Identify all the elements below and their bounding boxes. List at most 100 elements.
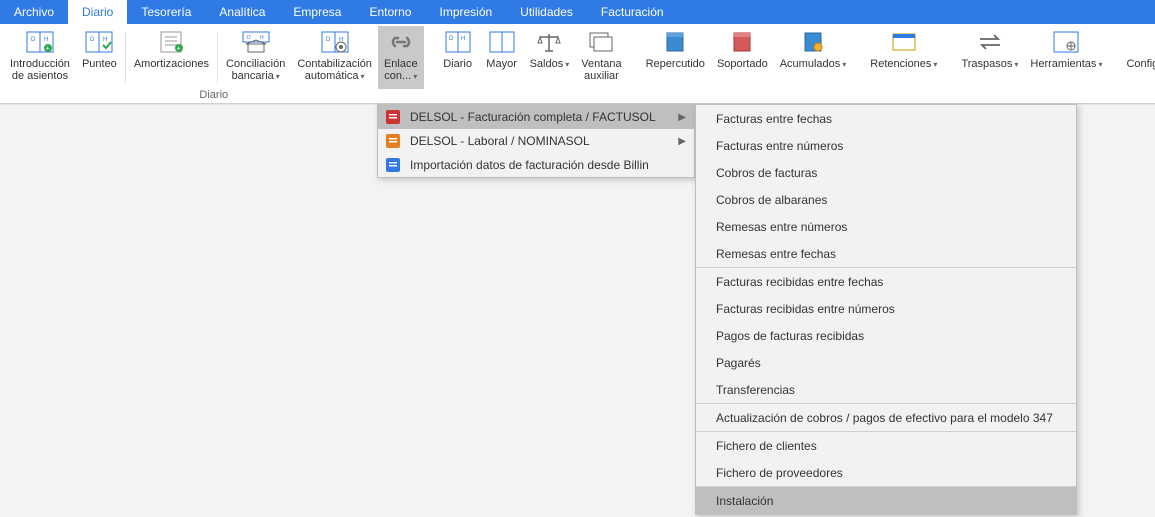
book-gear-icon <box>797 28 829 56</box>
table-icon <box>888 28 920 56</box>
tab-impresión[interactable]: Impresión <box>425 0 506 24</box>
enlace-con-button[interactable]: Enlace con...▾ <box>378 26 424 89</box>
contabilizacion-button[interactable]: DH Contabilización automática▾ <box>291 26 378 89</box>
factusol-submenu: Facturas entre fechasFacturas entre núme… <box>695 104 1077 515</box>
submenu-item[interactable]: Cobros de albaranes <box>696 186 1076 213</box>
balance-icon <box>533 28 565 56</box>
soportado-button[interactable]: Soportado <box>711 26 774 89</box>
main-tabs: ArchivoDiarioTesoreríaAnalíticaEmpresaEn… <box>0 0 1155 24</box>
submenu-item[interactable]: Fichero de clientes <box>696 432 1076 459</box>
chevron-down-icon: ▾ <box>1098 60 1102 69</box>
submenu-item[interactable]: Transferencias <box>696 376 1076 403</box>
saldos-label: Saldos▾ <box>530 58 570 71</box>
amortizaciones-icon: + <box>155 28 187 56</box>
herramientas-label: Herramientas▾ <box>1030 58 1102 71</box>
svg-text:D: D <box>247 35 251 41</box>
repercutido-button[interactable]: Repercutido <box>640 26 711 89</box>
book-red-icon <box>726 28 758 56</box>
tab-archivo[interactable]: Archivo <box>0 0 68 24</box>
herramientas-button[interactable]: Herramientas▾ <box>1024 26 1108 89</box>
retenciones-label: Retenciones▾ <box>870 58 937 71</box>
submenu-item[interactable]: Facturas recibidas entre números <box>696 295 1076 322</box>
repercutido-label: Repercutido <box>646 58 705 70</box>
transfer-icon <box>974 28 1006 56</box>
tab-tesorería[interactable]: Tesorería <box>127 0 205 24</box>
conciliacion-button[interactable]: DH Conciliación bancaria▾ <box>220 26 291 89</box>
submenu-item[interactable]: Facturas entre fechas <box>696 105 1076 132</box>
app-icon <box>384 133 402 149</box>
amortizaciones-label: Amortizaciones <box>134 58 209 70</box>
diario-icon: DH <box>442 28 474 56</box>
submenu-item[interactable]: Facturas recibidas entre fechas <box>696 268 1076 295</box>
auto-icon: DH <box>319 28 351 56</box>
tab-diario[interactable]: Diario <box>68 0 127 24</box>
conciliacion-label: Conciliación bancaria▾ <box>226 58 285 83</box>
traspasos-label: Traspasos▾ <box>961 58 1018 71</box>
submenu-item[interactable]: Actualización de cobros / pagos de efect… <box>696 404 1076 431</box>
menu-item-label: DELSOL - Laboral / NOMINASOL <box>410 134 678 148</box>
svg-text:+: + <box>177 46 181 53</box>
saldos-button[interactable]: Saldos▾ <box>524 26 576 89</box>
chevron-down-icon: ▾ <box>276 72 280 81</box>
app-icon <box>384 157 402 173</box>
mayor-icon <box>486 28 518 56</box>
menu-item[interactable]: DELSOL - Laboral / NOMINASOL▶ <box>378 129 694 153</box>
amortizaciones-button[interactable]: + Amortizaciones <box>128 26 215 89</box>
ventana-aux-button[interactable]: Ventana auxiliar <box>575 26 627 89</box>
submenu-item[interactable]: Cobros de facturas <box>696 159 1076 186</box>
configuraciones-label: Configuraciones▾ <box>1126 58 1155 71</box>
configuraciones-button[interactable]: Configuraciones▾ <box>1120 26 1155 89</box>
punteo-label: Punteo <box>82 58 117 70</box>
ventana-label: Ventana auxiliar <box>581 58 621 82</box>
tab-empresa[interactable]: Empresa <box>279 0 355 24</box>
mayor-button[interactable]: Mayor <box>480 26 524 89</box>
book-blue-icon <box>659 28 691 56</box>
traspasos-button[interactable]: Traspasos▾ <box>955 26 1024 89</box>
submenu-item[interactable]: Remesas entre fechas <box>696 240 1076 267</box>
introduccion-label: Introducción de asientos <box>10 58 70 82</box>
window-icon <box>585 28 617 56</box>
chevron-down-icon: ▾ <box>565 60 569 69</box>
submenu-item[interactable]: Remesas entre números <box>696 213 1076 240</box>
chevron-down-icon: ▾ <box>361 72 365 81</box>
separator <box>217 32 218 83</box>
chevron-down-icon: ▾ <box>933 60 937 69</box>
submenu-item[interactable]: Fichero de proveedores <box>696 459 1076 486</box>
ledger-icon: D H + <box>24 28 56 56</box>
svg-text:D: D <box>31 37 36 43</box>
svg-text:H: H <box>44 37 48 43</box>
acumulados-button[interactable]: Acumulados▾ <box>774 26 853 89</box>
tools-icon <box>1050 28 1082 56</box>
tab-utilidades[interactable]: Utilidades <box>506 0 587 24</box>
submenu-arrow-icon: ▶ <box>678 112 686 123</box>
punteo-button[interactable]: D H Punteo <box>76 26 123 89</box>
submenu-item[interactable]: Facturas entre números <box>696 132 1076 159</box>
menu-item[interactable]: Importación datos de facturación desde B… <box>378 153 694 177</box>
tab-facturación[interactable]: Facturación <box>587 0 678 24</box>
svg-text:+: + <box>45 46 49 53</box>
contabilizacion-label: Contabilización automática▾ <box>297 58 372 83</box>
app-icon <box>384 109 402 125</box>
introduccion-asientos-button[interactable]: D H + Introducción de asientos <box>4 26 76 89</box>
svg-text:D: D <box>449 36 454 42</box>
submenu-item[interactable]: Pagos de facturas recibidas <box>696 322 1076 349</box>
retenciones-button[interactable]: Retenciones▾ <box>864 26 943 89</box>
tab-entorno[interactable]: Entorno <box>355 0 425 24</box>
chevron-down-icon: ▾ <box>1014 60 1018 69</box>
link-icon <box>385 28 417 56</box>
submenu-item[interactable]: Pagarés <box>696 349 1076 376</box>
submenu-item[interactable]: Instalación <box>696 487 1076 514</box>
acumulados-label: Acumulados▾ <box>780 58 847 71</box>
submenu-arrow-icon: ▶ <box>678 136 686 147</box>
menu-item-label: Importación datos de facturación desde B… <box>410 158 686 172</box>
svg-text:D: D <box>326 37 331 43</box>
svg-text:D: D <box>90 37 95 43</box>
menu-item[interactable]: DELSOL - Facturación completa / FACTUSOL… <box>378 105 694 129</box>
tab-analítica[interactable]: Analítica <box>205 0 279 24</box>
separator <box>125 32 126 83</box>
mayor-label: Mayor <box>486 58 517 70</box>
diario-button[interactable]: DH Diario <box>436 26 480 89</box>
chevron-down-icon: ▾ <box>413 72 417 81</box>
svg-text:H: H <box>103 37 107 43</box>
soportado-label: Soportado <box>717 58 768 70</box>
